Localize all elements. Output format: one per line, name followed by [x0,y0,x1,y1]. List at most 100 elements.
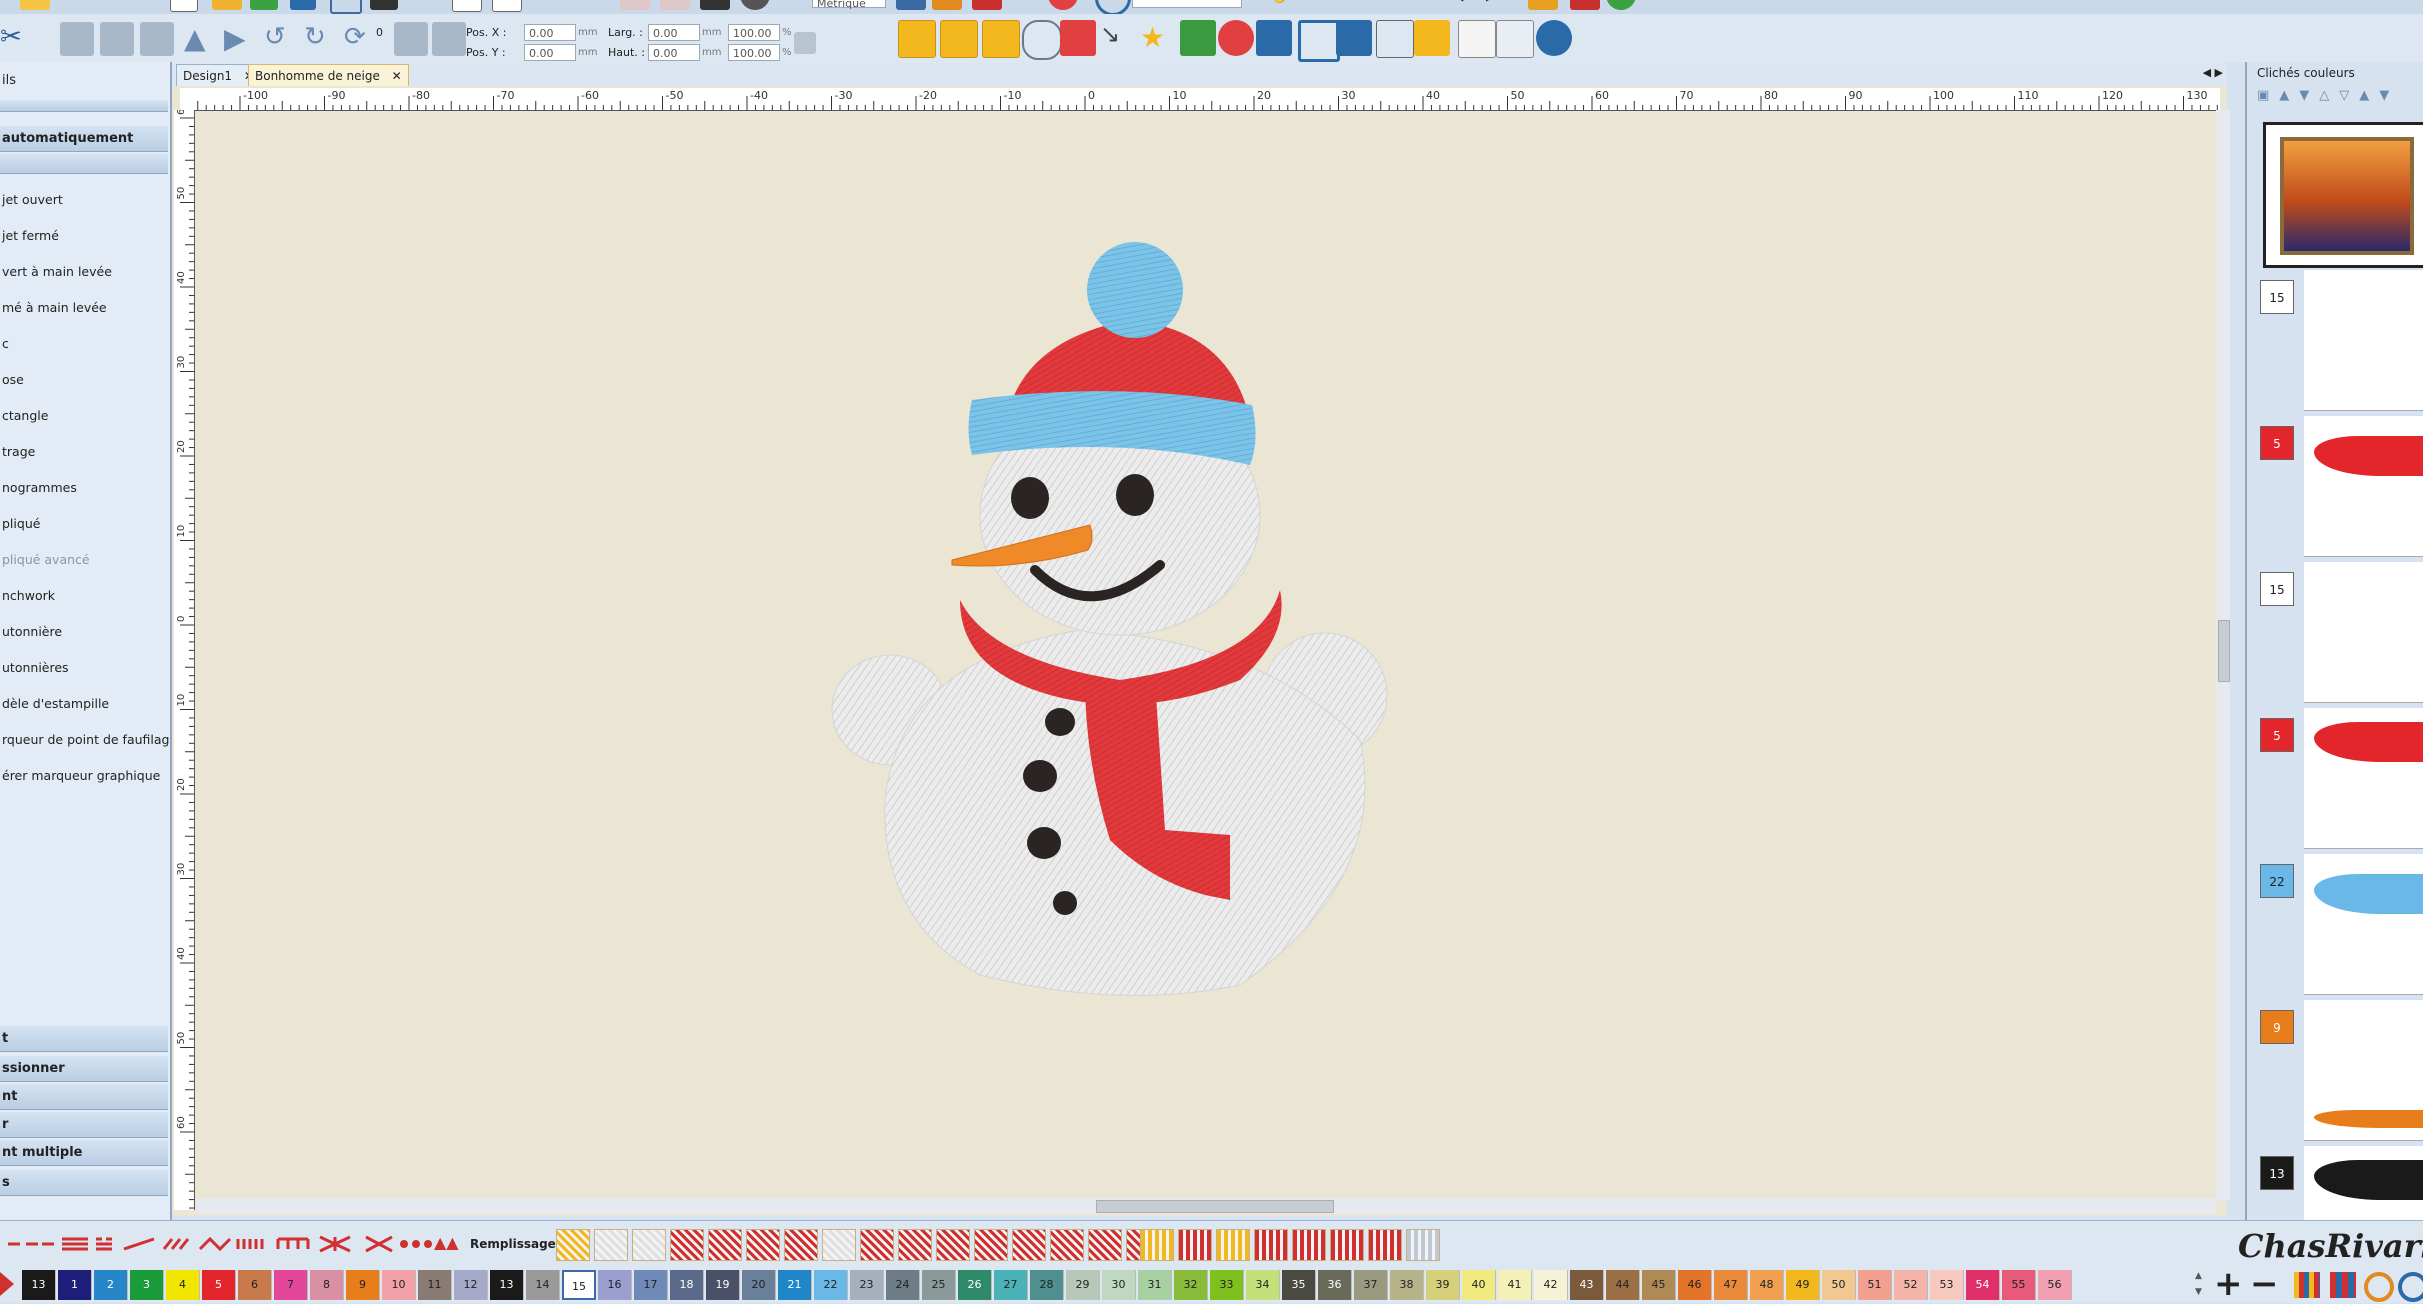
thread-color-swatch[interactable]: 42 [1534,1270,1568,1300]
tool-item[interactable]: trage [0,442,170,462]
hoop-frame-icon[interactable] [1298,20,1340,62]
grid-fill-icon[interactable] [1060,20,1096,56]
thread-color-swatch[interactable]: 23 [850,1270,884,1300]
fill-pattern-swatch[interactable] [594,1229,628,1261]
resize-icon[interactable] [60,22,94,56]
cut-select-icon[interactable] [620,0,650,10]
fill-style-swatch[interactable] [1330,1229,1364,1261]
cliche-nav-icons[interactable]: ▣▲▼△▽▲▼ [2257,88,2423,106]
units-select[interactable]: Métrique [812,0,886,10]
thread-color-swatch[interactable]: 33 [1210,1270,1244,1300]
open-icon[interactable] [20,0,50,10]
grid-toggle-icon[interactable] [1376,20,1414,58]
tool-item[interactable]: nchwork [0,586,170,606]
fill-pattern-swatch[interactable] [746,1229,780,1261]
tool-item[interactable]: dèle d'estampille [0,694,170,714]
thread-color-swatch[interactable]: 38 [1390,1270,1424,1300]
thread-color-swatch[interactable]: 2 [94,1270,128,1300]
preview-icon[interactable] [330,0,362,14]
pos-x-field[interactable]: 0.00 [524,24,576,41]
rotate-right-icon[interactable]: ↻ [304,22,338,56]
thread-color-swatch[interactable]: 24 [886,1270,920,1300]
tool-item[interactable]: pliqué [0,514,170,534]
thread-color-swatch[interactable]: 55 [2002,1270,2036,1300]
tool-item[interactable]: mé à main levée [0,298,170,318]
cliche-preview[interactable] [2263,122,2423,268]
thread-color-swatch[interactable]: 13 [22,1270,56,1300]
height-field[interactable]: 0.00 [648,44,700,61]
cliche-item[interactable]: 5 [2260,416,2423,558]
tool-item[interactable]: nogrammes [0,478,170,498]
fill-pattern-swatch[interactable] [1012,1229,1046,1261]
fill-pattern-swatch[interactable] [936,1229,970,1261]
open-folder-icon[interactable] [212,0,242,10]
pos-y-field[interactable]: 0.00 [524,44,576,61]
stitch-icon[interactable]: ∿ [1010,0,1040,10]
magic-icon[interactable]: ✧ [1410,0,1440,10]
auto-section-header[interactable]: automatiquement [0,126,168,152]
thread-color-swatch[interactable]: 37 [1354,1270,1388,1300]
thread-color-swatch[interactable]: 10 [382,1270,416,1300]
thread-color-swatch[interactable]: 50 [1822,1270,1856,1300]
thread-brand-icon[interactable] [2330,1272,2356,1298]
color-picker-icon[interactable] [2398,1272,2423,1302]
thread-color-swatch[interactable]: 27 [994,1270,1028,1300]
thread-color-swatch[interactable]: 6 [238,1270,272,1300]
duplicate-icon[interactable] [432,22,466,56]
undo-icon[interactable]: ↶ [540,0,570,10]
tool-item[interactable]: ose [0,370,170,390]
thread-color-swatch[interactable]: 40 [1462,1270,1496,1300]
thread-color-swatch[interactable]: 13 [490,1270,524,1300]
fill-pattern-swatch[interactable] [784,1229,818,1261]
scale-width-field[interactable]: 100.00 [728,24,780,41]
thread-color-swatch[interactable]: 15 [562,1270,596,1300]
image-icon[interactable] [896,0,926,10]
thread-color-swatch[interactable]: 53 [1930,1270,1964,1300]
thread-color-swatch[interactable]: 18 [670,1270,704,1300]
cliche-item[interactable]: 22 [2260,854,2423,996]
cliche-item[interactable]: 5 [2260,708,2423,850]
fill-pattern-swatch[interactable] [1050,1229,1084,1261]
star-tool-icon[interactable] [940,20,978,58]
tool-item[interactable]: c [0,334,170,354]
thread-color-swatch[interactable]: 14 [526,1270,560,1300]
cliche-item[interactable]: 15 [2260,270,2423,412]
thread-color-swatch[interactable]: 8 [310,1270,344,1300]
thread-color-swatch[interactable]: 56 [2038,1270,2072,1300]
table-icon[interactable] [1414,20,1450,56]
vertical-scroll-thumb[interactable] [2218,620,2230,682]
hand-icon[interactable]: ✋ [1268,0,1298,10]
section-header[interactable]: nt [0,1084,168,1110]
transparent-icon[interactable] [1496,20,1534,58]
thread-color-swatch[interactable]: 46 [1678,1270,1712,1300]
horizontal-scroll-thumb[interactable] [1096,1200,1334,1213]
fill-style-swatch[interactable] [1254,1229,1288,1261]
tool-item[interactable]: rqueur de point de faufilage [0,730,170,750]
print-icon[interactable] [290,0,316,10]
lock-ratio-icon[interactable] [794,32,816,54]
tool-item[interactable]: vert à main levée [0,262,170,282]
fill-style-swatch[interactable] [1406,1229,1440,1261]
thread-color-swatch[interactable]: 47 [1714,1270,1748,1300]
color-wheel-icon[interactable] [2364,1272,2394,1302]
thread-color-swatch[interactable]: 17 [634,1270,668,1300]
thread-color-swatch[interactable]: 26 [958,1270,992,1300]
width-field[interactable]: 0.00 [648,24,700,41]
grid-icon[interactable] [1256,20,1292,56]
scale-height-field[interactable]: 100.00 [728,44,780,61]
resize-corner-icon[interactable] [100,22,134,56]
thread-color-swatch[interactable]: 16 [598,1270,632,1300]
mirror-icon[interactable]: ▲ [184,22,218,56]
select-icon[interactable] [660,0,690,10]
thread-icon[interactable] [972,0,1002,10]
thread-color-swatch[interactable]: 19 [706,1270,740,1300]
thread-color-swatch[interactable]: 25 [922,1270,956,1300]
thread-color-swatch[interactable]: 30 [1102,1270,1136,1300]
horizontal-scrollbar[interactable] [196,1198,2216,1214]
thread-color-swatch[interactable]: 35 [1282,1270,1316,1300]
fill-pattern-swatch[interactable] [670,1229,704,1261]
tool-item[interactable]: érer marqueur graphique [0,766,170,786]
thread-color-swatch[interactable]: 20 [742,1270,776,1300]
remove-color-icon[interactable]: − [2250,1266,2279,1302]
satin-tool-icon[interactable] [982,20,1020,58]
